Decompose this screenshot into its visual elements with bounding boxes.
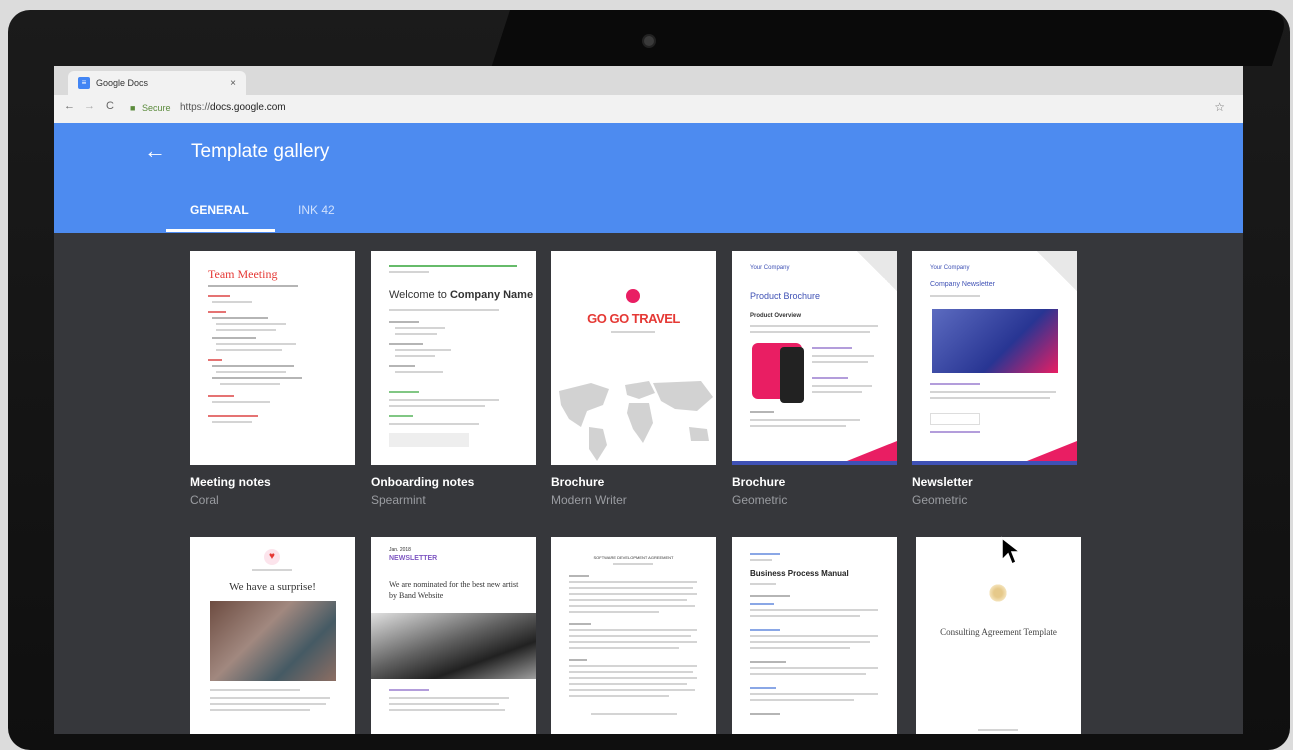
forward-nav-icon[interactable]: → <box>84 100 95 112</box>
bookmark-star-icon[interactable]: ☆ <box>1214 100 1225 114</box>
browser-tab[interactable]: ≡ Google Docs × <box>68 71 246 95</box>
thumb-title: Consulting Agreement Template <box>940 627 1057 637</box>
template-name: Brochure <box>732 475 786 489</box>
docs-favicon-icon: ≡ <box>78 77 90 89</box>
template-thumbnail[interactable]: Jan. 2018 NEWSLETTER We are nominated fo… <box>371 537 536 734</box>
template-thumbnail[interactable]: GO GO TRAVEL <box>551 251 716 465</box>
back-arrow-icon[interactable]: ← <box>144 138 166 164</box>
template-thumbnail[interactable]: ♥ We have a surprise! <box>190 537 355 734</box>
reload-icon[interactable]: C <box>106 100 114 112</box>
party-photo <box>210 601 336 681</box>
close-tab-icon[interactable]: × <box>230 78 236 89</box>
template-style: Coral <box>190 493 219 507</box>
template-thumbnail[interactable]: Welcome to Company Name <box>371 251 536 465</box>
template-style: Geometric <box>912 493 968 507</box>
template-thumbnail[interactable]: Your Company Company Newsletter <box>912 251 1077 465</box>
newsletter-image <box>932 309 1058 373</box>
webcam <box>644 36 654 46</box>
screen: ≡ Google Docs × ← → C ■ Secure https://d… <box>54 66 1243 734</box>
tab-general[interactable]: GENERAL <box>190 203 249 217</box>
template-name: Newsletter <box>912 475 973 489</box>
heart-icon: ♥ <box>264 549 280 565</box>
world-map-icon <box>559 381 713 461</box>
mouse-pointer-icon <box>1001 536 1022 566</box>
thumb-kicker: Your Company <box>750 265 790 271</box>
template-thumbnail[interactable]: Consulting Agreement Template <box>916 537 1081 734</box>
lock-icon: ■ <box>130 103 136 113</box>
thumb-title: Team Meeting <box>208 267 278 281</box>
template-thumbnail[interactable]: Your Company Product Brochure Product Ov… <box>732 251 897 465</box>
thumb-title: Business Process Manual <box>750 569 849 578</box>
guitar-photo <box>371 613 536 679</box>
phone-image-dark <box>780 347 804 403</box>
template-style: Spearmint <box>371 493 426 507</box>
url-host: docs.google.com <box>210 102 286 113</box>
template-name: Onboarding notes <box>371 475 475 489</box>
thumb-kicker: Your Company <box>930 265 970 271</box>
emblem-icon <box>988 583 1008 603</box>
thumb-title: SOFTWARE DEVELOPMENT AGREEMENT <box>593 555 674 560</box>
template-name: Brochure <box>551 475 605 489</box>
thumb-kicker: Jan. 2018 <box>389 547 411 553</box>
template-thumbnail[interactable]: SOFTWARE DEVELOPMENT AGREEMENT <box>551 537 716 734</box>
thumb-title: NEWSLETTER <box>389 555 438 562</box>
url-prefix: https:// <box>180 102 211 113</box>
brand-dot-icon <box>626 289 640 303</box>
browser-tab-strip: ≡ Google Docs × <box>54 66 1243 95</box>
thumb-heading: We are nominated for the best new artist… <box>389 580 519 600</box>
active-tab-indicator <box>166 229 275 232</box>
template-name: Meeting notes <box>190 475 271 489</box>
thumb-title: GO GO TRAVEL <box>587 311 680 326</box>
tab-ink42[interactable]: INK 42 <box>298 203 335 217</box>
thumb-title: Product Brochure <box>750 291 821 301</box>
gallery-header: ← Template gallery GENERAL INK 42 <box>54 123 1243 233</box>
template-thumbnail[interactable]: Team Meeting <box>190 251 355 465</box>
browser-tab-title: Google Docs <box>96 78 149 88</box>
address-bar: ← → C ■ Secure https://docs.google.com ☆ <box>54 95 1243 124</box>
back-nav-icon[interactable]: ← <box>64 100 75 112</box>
thumb-heading: Product Overview <box>750 313 802 319</box>
template-thumbnail[interactable]: Business Process Manual <box>732 537 897 734</box>
url-field[interactable]: https://docs.google.com <box>180 102 286 113</box>
device-bezel-top <box>491 10 1290 66</box>
template-style: Geometric <box>732 493 788 507</box>
thumb-title: We have a surprise! <box>229 581 316 593</box>
thumb-title: Company Newsletter <box>930 281 995 288</box>
page-title: Template gallery <box>191 141 330 162</box>
secure-label: Secure <box>142 103 171 113</box>
template-style: Modern Writer <box>551 493 627 507</box>
thumb-title: Welcome to Company Name <box>389 289 534 301</box>
